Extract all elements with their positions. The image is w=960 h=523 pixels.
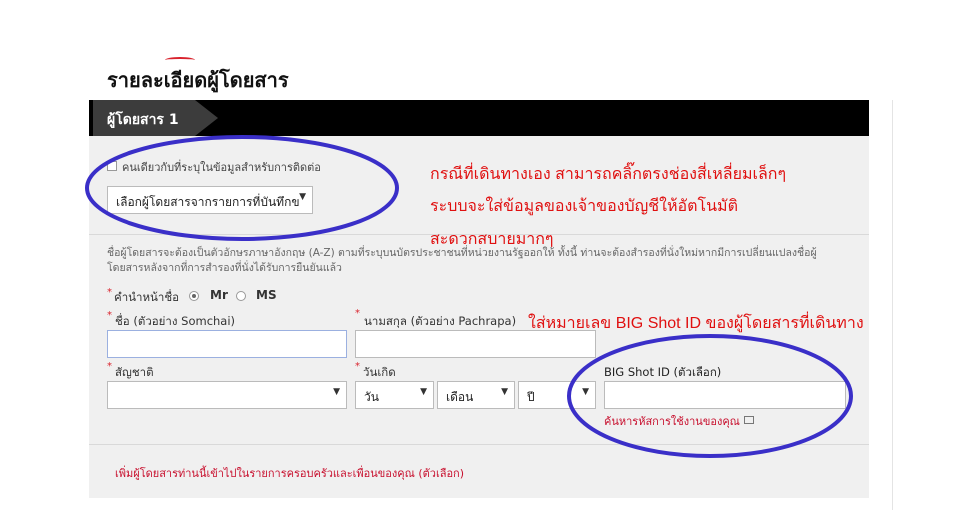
annotation-ovals bbox=[85, 135, 853, 458]
oval-bigshot-annotation bbox=[567, 334, 853, 458]
oval-checkbox-annotation bbox=[85, 135, 399, 241]
annotation-line-1: กรณีที่เดินทางเอง สามารถคลิ๊กตรงช่องสี่เ… bbox=[430, 166, 787, 183]
annotation-line-3: สะดวกสบายมากๆ bbox=[430, 231, 554, 248]
annotation-line-2: ระบบจะใส่ข้อมูลของเจ้าของบัญชีให้อัตโนมั… bbox=[430, 198, 738, 215]
annotation-line-4: ใส่หมายเลข BIG Shot ID ของผู้โดยสารที่เด… bbox=[528, 315, 864, 332]
